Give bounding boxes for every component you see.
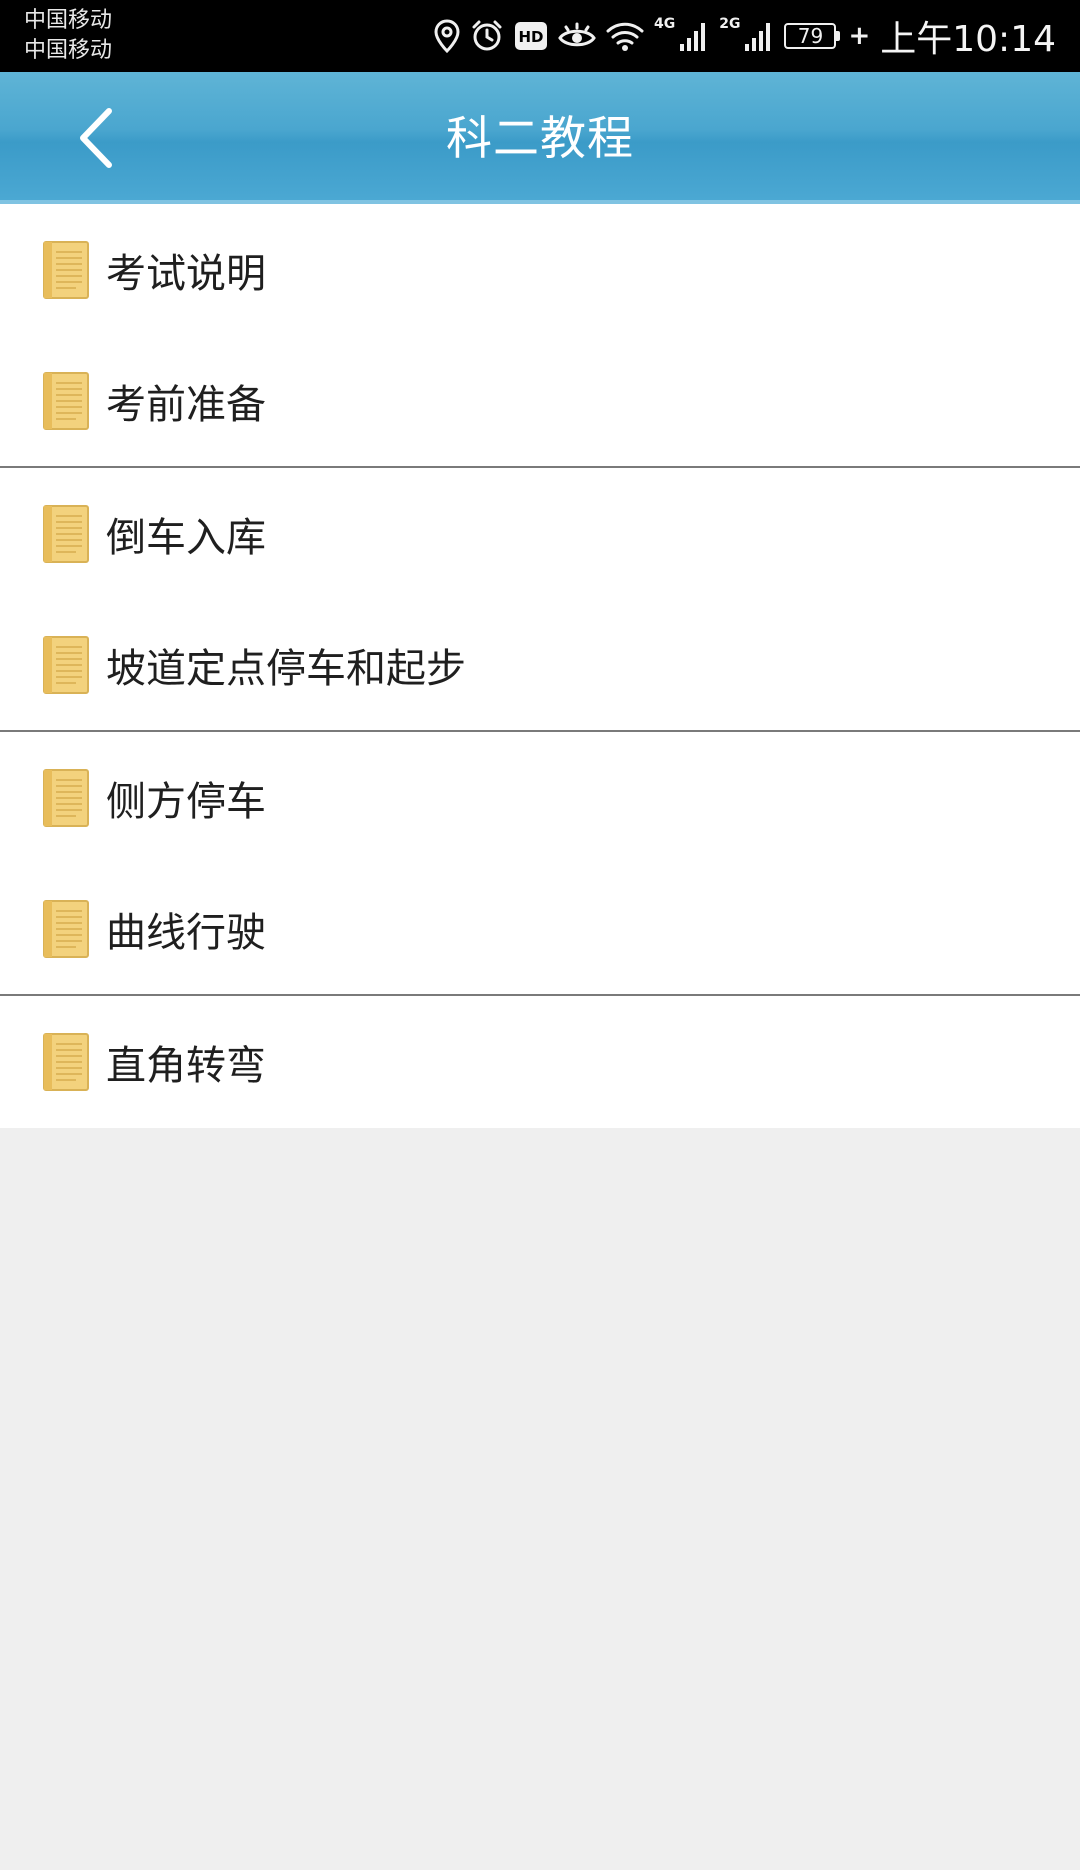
document-icon — [43, 241, 89, 299]
list-item-parallel-parking[interactable]: 侧方停车 — [0, 732, 1080, 864]
signal-icon — [744, 14, 774, 58]
list-item-label: 考前准备 — [106, 382, 266, 428]
list-item-label: 曲线行驶 — [106, 910, 266, 956]
status-time: 上午10:14 — [880, 19, 1056, 60]
document-icon — [43, 900, 89, 958]
document-icon — [43, 372, 89, 430]
svg-text:HD: HD — [518, 28, 543, 46]
network-type-2: 2G — [719, 16, 741, 32]
list-item-curve-driving[interactable]: 曲线行驶 — [0, 864, 1080, 996]
list-item-exam-instructions[interactable]: 考试说明 — [0, 204, 1080, 336]
tutorial-list: 考试说明 考前准备 倒车入库 坡道定点停车和起步 侧方停车 曲线行驶 直角转弯 — [0, 204, 1080, 1128]
document-icon — [43, 769, 89, 827]
list-item-label: 侧方停车 — [106, 779, 266, 825]
carrier-info: 中国移动 中国移动 — [24, 6, 112, 66]
eye-icon — [558, 14, 596, 58]
list-item-label: 倒车入库 — [106, 515, 266, 561]
signal-icon — [679, 14, 709, 58]
list-item-pre-exam-preparation[interactable]: 考前准备 — [0, 336, 1080, 468]
network-type-1: 4G — [653, 16, 676, 32]
document-icon — [43, 636, 89, 694]
list-item-hill-start[interactable]: 坡道定点停车和起步 — [0, 600, 1080, 732]
app-header: 科二教程 — [0, 72, 1080, 204]
location-icon — [434, 14, 460, 58]
battery-icon: 79 — [784, 23, 841, 49]
list-item-label: 考试说明 — [106, 251, 266, 297]
alarm-icon — [470, 14, 504, 58]
charging-icon: + — [848, 21, 871, 51]
document-icon — [43, 505, 89, 563]
list-item-label: 坡道定点停车和起步 — [106, 646, 466, 692]
carrier-1: 中国移动 — [24, 8, 113, 33]
list-item-reverse-parking[interactable]: 倒车入库 — [0, 468, 1080, 600]
carrier-2: 中国移动 — [24, 38, 113, 63]
page-title: 科二教程 — [446, 111, 634, 165]
hd-icon: HD — [514, 14, 548, 58]
list-item-right-angle-turn[interactable]: 直角转弯 — [0, 996, 1080, 1128]
status-icons: HD 4G 2G 79 + 上午10:14 — [434, 0, 1056, 72]
status-bar: 中国移动 中国移动 HD 4G 2G 79 + 上午10:14 — [0, 0, 1080, 72]
document-icon — [43, 1033, 89, 1091]
list-item-label: 直角转弯 — [106, 1043, 266, 1089]
wifi-icon — [606, 14, 644, 58]
